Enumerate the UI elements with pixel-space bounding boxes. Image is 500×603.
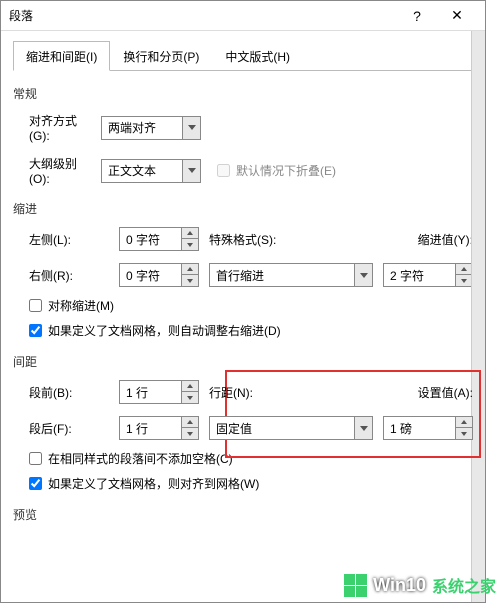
spinner-down-icon[interactable] [182,392,198,403]
section-general-title: 常规 [13,85,473,102]
alignment-label: 对齐方式(G): [13,112,93,143]
linespacing-label: 行距(N): [209,384,373,401]
help-button[interactable]: ? [397,1,437,31]
indent-right-label: 右侧(R): [29,267,109,284]
spinner-down-icon[interactable] [182,428,198,439]
spinner-up-icon[interactable] [182,417,198,428]
scrollbar-track[interactable] [471,31,485,602]
indent-left-spinner[interactable]: 0 字符 [119,227,199,251]
section-preview-title: 预览 [13,506,473,523]
indent-special-combo[interactable]: 首行缩进 [209,263,373,287]
indent-by-label: 缩进值(Y): [383,231,473,248]
spinner-down-icon[interactable] [456,428,472,439]
linespacing-combo[interactable]: 固定值 [209,416,373,440]
spinner-up-icon[interactable] [182,381,198,392]
spinner-down-icon[interactable] [182,275,198,286]
tab-bar: 缩进和间距(I) 换行和分页(P) 中文版式(H) [13,41,473,71]
snapgrid-label: 如果定义了文档网格，则对齐到网格(W) [48,475,259,492]
spinner-down-icon[interactable] [456,275,472,286]
spinner-up-icon[interactable] [182,264,198,275]
collapse-label: 默认情况下折叠(E) [236,162,336,179]
spinner-down-icon[interactable] [182,239,198,250]
paragraph-dialog: 段落 ? ✕ 缩进和间距(I) 换行和分页(P) 中文版式(H) 常规 对齐方式… [0,0,486,603]
chevron-down-icon[interactable] [354,264,372,286]
noaddspace-label: 在相同样式的段落间不添加空格(C) [48,450,233,467]
mirror-indent-checkbox[interactable] [29,299,42,312]
autoadjust-label: 如果定义了文档网格，则自动调整右缩进(D) [48,322,281,339]
outline-value: 正文文本 [102,162,182,179]
dialog-content: 缩进和间距(I) 换行和分页(P) 中文版式(H) 常规 对齐方式(G): 两端… [1,31,485,602]
snapgrid-checkbox[interactable] [29,477,42,490]
dialog-title: 段落 [9,7,397,24]
noaddspace-checkbox[interactable] [29,452,42,465]
watermark: Win10 系统之家 [344,573,496,597]
spinner-up-icon[interactable] [456,264,472,275]
spinner-up-icon[interactable] [182,228,198,239]
chevron-down-icon[interactable] [354,417,372,439]
section-spacing-title: 间距 [13,353,473,370]
spacing-after-label: 段后(F): [29,420,109,437]
outline-label: 大纲级别(O): [13,155,93,186]
watermark-brand: Win10 [373,575,426,596]
tab-asian[interactable]: 中文版式(H) [212,41,303,70]
spinner-up-icon[interactable] [456,417,472,428]
section-indent-title: 缩进 [13,200,473,217]
alignment-value: 两端对齐 [102,119,182,136]
spacing-after-spinner[interactable]: 1 行 [119,416,199,440]
indent-special-label: 特殊格式(S): [209,231,373,248]
chevron-down-icon[interactable] [182,160,200,182]
titlebar: 段落 ? ✕ [1,1,485,31]
mirror-indent-label: 对称缩进(M) [48,297,114,314]
windows-logo-icon [344,574,367,597]
indent-left-label: 左侧(L): [29,231,109,248]
chevron-down-icon[interactable] [182,117,200,139]
autoadjust-checkbox[interactable] [29,324,42,337]
watermark-site: 系统之家 [432,573,496,597]
spacing-at-spinner[interactable]: 1 磅 [383,416,473,440]
alignment-combo[interactable]: 两端对齐 [101,116,201,140]
tab-line-page[interactable]: 换行和分页(P) [110,41,212,70]
outline-combo[interactable]: 正文文本 [101,159,201,183]
indent-by-spinner[interactable]: 2 字符 [383,263,473,287]
indent-right-spinner[interactable]: 0 字符 [119,263,199,287]
spacing-at-label: 设置值(A): [383,384,473,401]
tab-indent-spacing[interactable]: 缩进和间距(I) [13,41,110,71]
spacing-before-label: 段前(B): [29,384,109,401]
collapse-checkbox [217,164,230,177]
close-button[interactable]: ✕ [437,1,477,31]
spacing-before-spinner[interactable]: 1 行 [119,380,199,404]
